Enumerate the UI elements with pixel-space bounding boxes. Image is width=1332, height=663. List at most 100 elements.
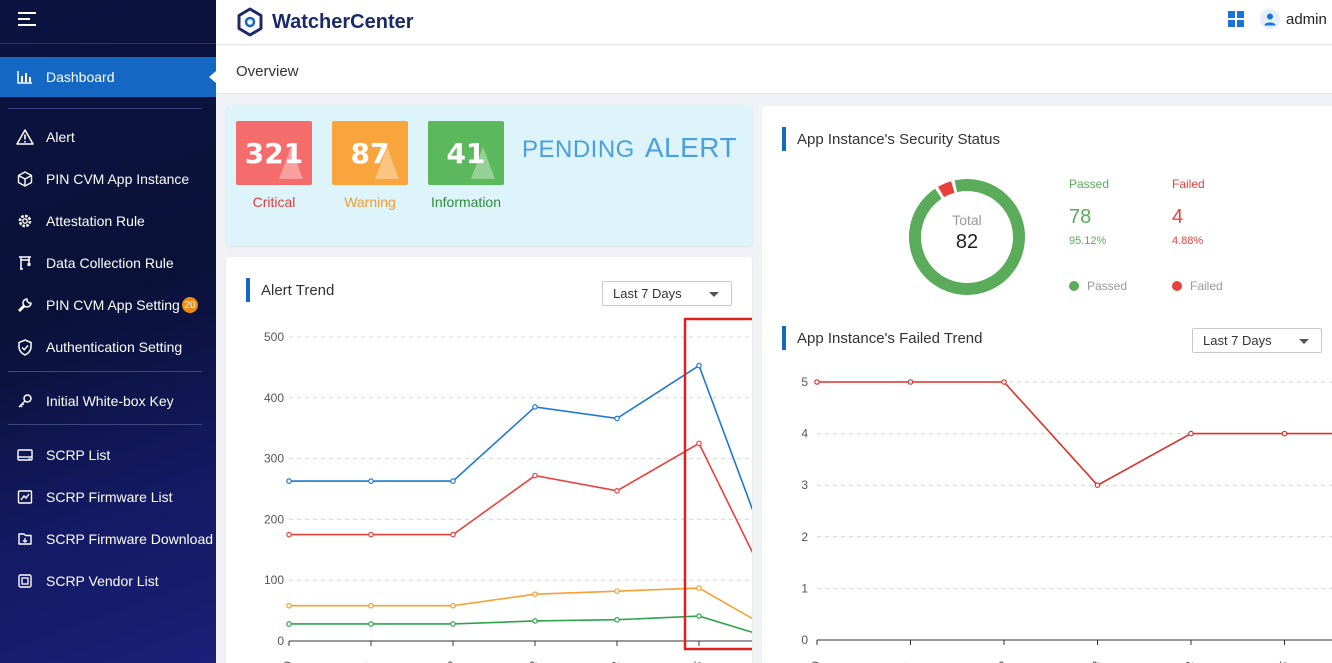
sidebar-item-pin-cvm-app-setting[interactable]: PIN CVM App Setting 20 <box>0 285 216 325</box>
x-tick-label: 20 <box>806 659 824 663</box>
sidebar-item-label: Authentication Setting <box>46 339 183 355</box>
list-icon <box>16 446 34 464</box>
pending-alert-card: 321 Critical 87 Warning 41 Information P… <box>226 106 752 246</box>
sidebar-item-scrp-vendor-list[interactable]: SCRP Vendor List <box>0 561 216 601</box>
x-tick-label: 25 <box>688 659 706 663</box>
sidebar-item-scrp-firmware-download[interactable]: SCRP Firmware Download <box>0 519 216 559</box>
data-point <box>696 362 702 369</box>
sidebar-divider <box>0 43 216 44</box>
sidebar-item-pin-cvm-app-instance[interactable]: PIN CVM App Instance <box>0 159 216 199</box>
data-point <box>368 531 374 538</box>
series-line <box>289 442 752 554</box>
data-point <box>1281 430 1288 437</box>
x-tick-label: 24 <box>606 659 624 663</box>
information-tile[interactable]: 41 <box>428 121 504 185</box>
sidebar-item-label: SCRP Firmware List <box>46 489 173 505</box>
y-tick-label: 2 <box>801 530 808 544</box>
data-point <box>368 478 374 484</box>
sidebar-item-label: PIN CVM App Setting <box>46 297 180 313</box>
sidebar-item-label: SCRP Vendor List <box>46 573 159 589</box>
sidebar-item-data-collection-rule[interactable]: Data Collection Rule <box>0 243 216 283</box>
x-tick-label: 22 <box>993 659 1011 663</box>
sidebar-divider <box>8 108 202 109</box>
sidebar-item-initial-white-box-key[interactable]: Initial White-box Key <box>0 381 216 421</box>
user-icon <box>1264 13 1276 26</box>
warning-label: Warning <box>344 194 396 210</box>
menu-toggle-icon[interactable] <box>18 12 36 28</box>
sidebar-item-scrp-firmware-list[interactable]: SCRP Firmware List <box>0 477 216 517</box>
data-point <box>532 591 538 597</box>
data-point <box>532 618 538 624</box>
user-menu[interactable]: admin <box>1260 9 1327 29</box>
x-tick-label: 25 <box>1274 659 1292 663</box>
data-point <box>532 472 538 479</box>
sidebar-item-dashboard[interactable]: Dashboard <box>0 57 216 97</box>
sidebar-item-scrp-list[interactable]: SCRP List <box>0 435 216 475</box>
cube-icon <box>16 170 34 188</box>
y-tick-label: 400 <box>264 391 284 405</box>
sidebar-item-label: Dashboard <box>46 69 115 85</box>
y-tick-label: 5 <box>801 375 808 389</box>
data-point <box>450 602 456 609</box>
x-tick-label: 21 <box>360 659 378 663</box>
critical-tile[interactable]: 321 <box>236 121 312 185</box>
data-point <box>450 531 456 538</box>
sidebar-item-label: Initial White-box Key <box>46 393 174 409</box>
app-logo[interactable]: WatcherCenter <box>236 7 414 37</box>
data-point <box>286 531 292 538</box>
y-tick-label: 4 <box>801 427 808 441</box>
sidebar-item-alert[interactable]: Alert <box>0 117 216 157</box>
logo-icon <box>237 7 263 37</box>
critical-count: 321 <box>244 136 304 170</box>
data-point <box>286 621 292 627</box>
failed-trend-chart: 01234520212223242526 <box>801 375 1332 663</box>
pending-alert-heading: PENDING ALERT <box>522 132 737 164</box>
sidebar-item-label: PIN CVM App Instance <box>46 171 190 187</box>
app-name: WatcherCenter <box>272 10 414 33</box>
chart-icon <box>16 68 34 86</box>
apps-grid-icon[interactable] <box>1228 11 1244 27</box>
series-line <box>289 364 752 511</box>
sidebar-divider <box>8 424 202 425</box>
data-point <box>696 585 702 591</box>
data-point <box>814 379 820 385</box>
key-icon <box>16 392 34 410</box>
series-line <box>289 615 752 634</box>
page-title: Overview <box>236 63 299 80</box>
data-point <box>614 415 620 422</box>
x-tick-label: 23 <box>524 659 542 663</box>
page-header: Overview <box>216 46 1332 94</box>
sidebar-item-label: Attestation Rule <box>46 213 145 229</box>
sidebar-item-attestation-rule[interactable]: Attestation Rule <box>0 201 216 241</box>
data-point <box>450 621 456 627</box>
sidebar-item-label: SCRP Firmware Download <box>46 531 214 547</box>
data-point <box>1001 379 1007 385</box>
data-point <box>368 621 374 627</box>
sidebar-item-label: SCRP List <box>46 447 111 463</box>
vendor-icon <box>16 572 34 590</box>
avatar <box>1260 9 1280 29</box>
sidebar-item-authentication-setting[interactable]: Authentication Setting <box>0 327 216 367</box>
data-point <box>614 588 620 594</box>
shield-icon <box>16 338 34 356</box>
wrench-icon <box>16 296 34 314</box>
data-point <box>286 602 292 609</box>
data-point <box>614 616 620 623</box>
y-tick-label: 0 <box>801 633 808 647</box>
information-count: 41 <box>446 136 486 170</box>
critical-label: Critical <box>252 194 296 210</box>
firmware-icon <box>16 488 34 506</box>
data-point <box>907 379 914 385</box>
y-tick-label: 500 <box>264 330 284 344</box>
data-point <box>696 613 702 619</box>
data-point <box>450 478 456 484</box>
data-point <box>614 488 620 494</box>
sidebar-item-label: Alert <box>46 129 75 145</box>
x-tick-label: 20 <box>278 659 296 663</box>
x-tick-label: 24 <box>1180 659 1198 663</box>
data-point <box>368 602 374 609</box>
warning-tile[interactable]: 87 <box>332 121 408 185</box>
security-status-card: App Instance's Security Status Total 82 … <box>762 106 1332 663</box>
gear-icon <box>16 212 34 230</box>
alert-trend-chart: 010020030040050020212223242526 <box>264 317 752 663</box>
